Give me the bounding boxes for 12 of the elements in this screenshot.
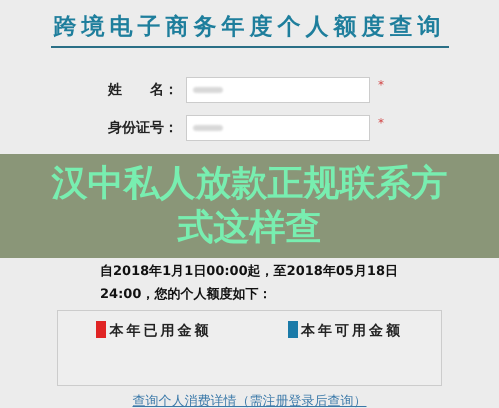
field-label: 姓 名： — [108, 80, 179, 100]
legend-label: 本年已用金额 — [109, 322, 212, 341]
text-input-field[interactable] — [186, 115, 370, 141]
details-link[interactable]: 查询个人消费详情（需注册登录后查询） — [132, 392, 366, 408]
field-label: 身份证号： — [108, 118, 179, 138]
text-input-field[interactable] — [186, 77, 370, 103]
legend-label: 本年可用金额 — [300, 322, 403, 341]
page-title: 跨境电子商务年度个人额度查询 — [54, 13, 446, 42]
required-mark: * — [378, 77, 384, 94]
banner-text: 汉中私人放款正规联系方式这样查 — [50, 162, 448, 250]
result-text: 自2018年1月1日00:00起，至2018年05月18日24:00，您的个人额度如下： — [100, 263, 400, 304]
required-mark: * — [378, 115, 384, 132]
